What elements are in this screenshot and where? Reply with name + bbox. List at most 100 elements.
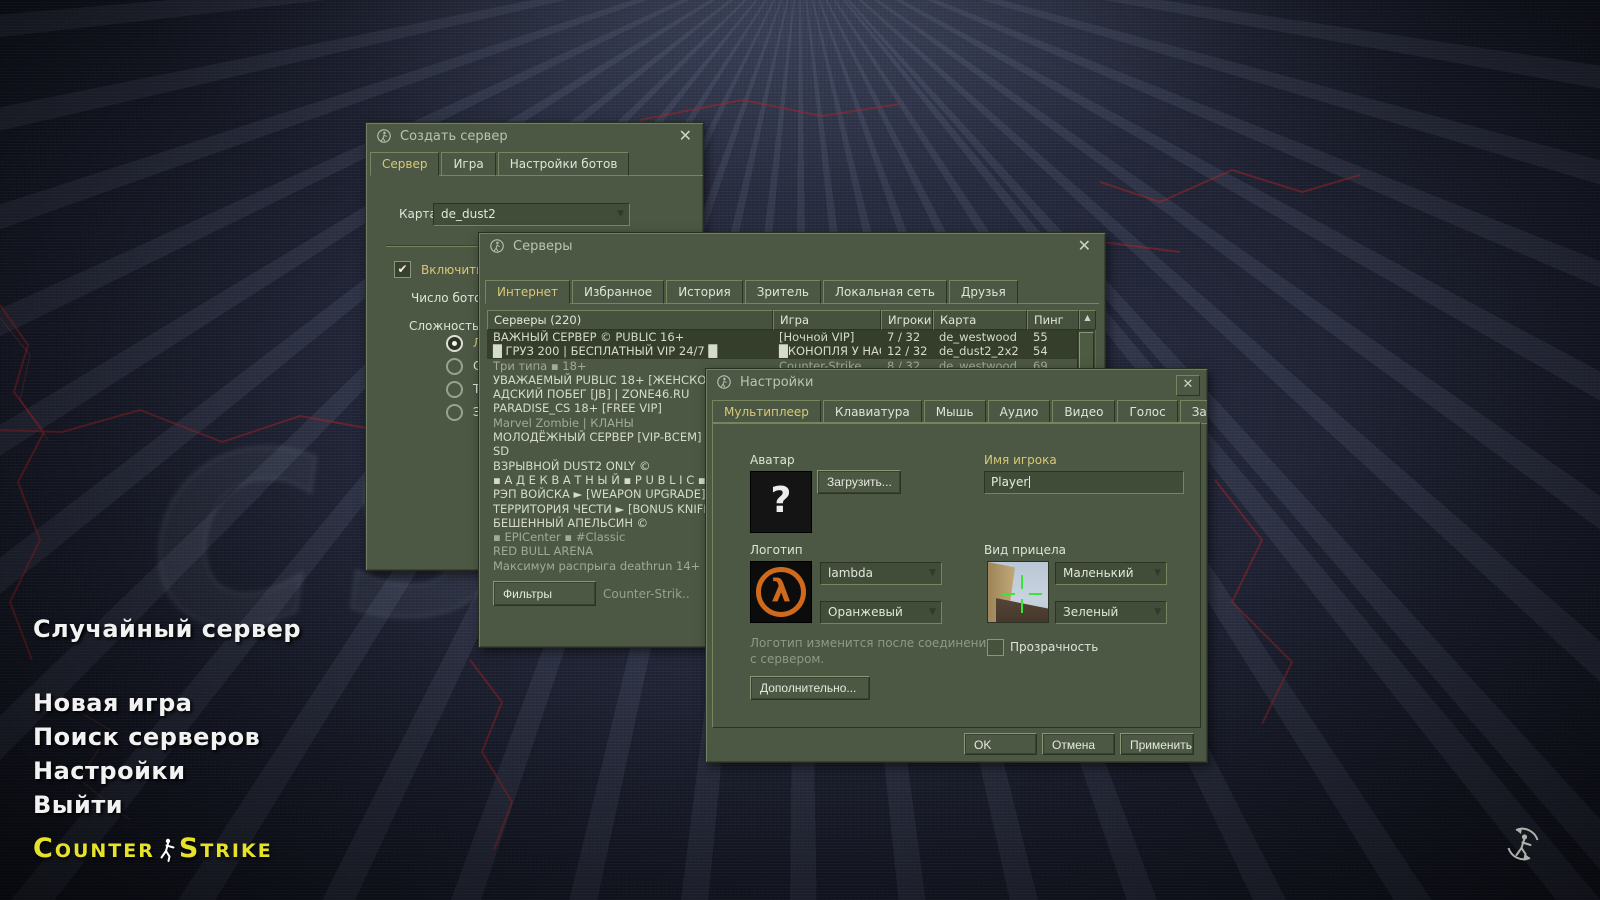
main-menu: Случайный сервер Новая играПоиск серверов… bbox=[33, 612, 301, 822]
crosshair-size-dropdown[interactable]: Маленький ▼ bbox=[1055, 562, 1167, 585]
upload-avatar-button[interactable]: Загрузить... bbox=[817, 470, 901, 494]
menu-item[interactable]: Настройки bbox=[33, 754, 301, 788]
tab[interactable]: Настройки ботов bbox=[498, 152, 630, 176]
tab[interactable]: Избранное bbox=[572, 280, 664, 304]
cs-window-icon bbox=[376, 128, 392, 144]
crosshair-right bbox=[1029, 593, 1042, 595]
logo-note-line2: с сервером. bbox=[750, 652, 824, 666]
column-header-map[interactable]: Карта bbox=[933, 310, 1027, 330]
servers-titlebar[interactable]: Серверы bbox=[479, 233, 1105, 259]
transparency-label: Прозрачность bbox=[1010, 640, 1098, 654]
settings-titlebar[interactable]: Настройки bbox=[706, 369, 1207, 395]
chevron-down-icon: ▼ bbox=[929, 602, 936, 623]
menu-item[interactable]: Выйти bbox=[33, 788, 301, 822]
cs-emblem-icon bbox=[1503, 824, 1543, 864]
column-header-game[interactable]: Игра bbox=[773, 310, 881, 330]
settings-window: Настройки ✕ МультиплеерКлавиатураМышьАуд… bbox=[705, 368, 1208, 763]
servers-tabs: ИнтернетИзбранноеИсторияЗрительЛокальная… bbox=[485, 279, 1099, 304]
player-name-label: Имя игрока bbox=[984, 453, 1057, 467]
column-header-name[interactable]: Серверы (220) bbox=[487, 310, 773, 330]
radio-icon bbox=[446, 335, 463, 352]
window-title: Настройки bbox=[740, 375, 813, 390]
server-players: 7 / 32 bbox=[881, 330, 933, 344]
map-dropdown[interactable]: de_dust2 ▼ bbox=[433, 203, 630, 226]
window-title: Создать сервер bbox=[400, 129, 508, 144]
apply-button[interactable]: Применить bbox=[1120, 733, 1194, 755]
settings-panel: Аватар ? Загрузить... Имя игрока Player … bbox=[712, 422, 1201, 728]
server-ping: 54 bbox=[1027, 344, 1079, 358]
cs-window-icon bbox=[716, 374, 732, 390]
logo-note-line1: Логотип изменится после соединения bbox=[750, 636, 994, 650]
brand-counter-text: Counter bbox=[33, 836, 155, 864]
cs-soldier-icon bbox=[157, 837, 177, 863]
player-name-input[interactable]: Player bbox=[984, 471, 1184, 494]
logo-color-dropdown[interactable]: Оранжевый ▼ bbox=[820, 601, 942, 624]
crosshair-top bbox=[1021, 575, 1023, 589]
lambda-icon: λ bbox=[751, 562, 811, 622]
tab[interactable]: Друзья bbox=[949, 280, 1018, 304]
menu-item[interactable]: Новая игра bbox=[33, 686, 301, 720]
logo-dropdown-value: lambda bbox=[828, 566, 873, 580]
transparency-checkbox[interactable] bbox=[987, 639, 1004, 656]
logo-label: Логотип bbox=[750, 543, 803, 557]
server-players: 12 / 32 bbox=[881, 344, 933, 358]
menu-item[interactable]: Поиск серверов bbox=[33, 720, 301, 754]
tab[interactable]: Локальная сеть bbox=[823, 280, 947, 304]
tab[interactable]: Игра bbox=[441, 152, 495, 176]
tab[interactable]: Мышь bbox=[924, 400, 986, 424]
close-icon[interactable]: ✕ bbox=[679, 128, 692, 144]
close-icon[interactable]: ✕ bbox=[1078, 238, 1091, 254]
logo-preview: λ bbox=[750, 561, 812, 623]
tab[interactable]: Интернет bbox=[485, 280, 570, 304]
radio-icon bbox=[446, 404, 463, 421]
menu-item[interactable]: Случайный сервер bbox=[33, 612, 301, 646]
tab[interactable]: Видео bbox=[1052, 400, 1115, 424]
player-name-value: Player bbox=[991, 475, 1028, 489]
close-button[interactable]: ✕ bbox=[1176, 375, 1200, 396]
radio-icon bbox=[446, 381, 463, 398]
chevron-down-icon: ▼ bbox=[1154, 602, 1161, 623]
tab[interactable]: Аудио bbox=[988, 400, 1051, 424]
chevron-down-icon: ▼ bbox=[617, 204, 624, 225]
filters-button[interactable]: Фильтры bbox=[493, 581, 596, 606]
window-title: Серверы bbox=[513, 239, 573, 254]
column-header-players[interactable]: Игроки bbox=[881, 310, 933, 330]
avatar-label: Аватар bbox=[750, 453, 795, 467]
server-game: █КОНОПЛЯ У НАС █ bbox=[773, 344, 881, 358]
server-row[interactable]: █ ГРУЗ 200 | БЕСПЛАТНЫЙ VIP 24/7 █ █КОНО… bbox=[487, 344, 1096, 358]
scroll-up-icon[interactable]: ▲ bbox=[1079, 310, 1096, 330]
tab[interactable]: Мультиплеер bbox=[712, 400, 821, 424]
create-server-tabs: СерверИграНастройки ботов bbox=[370, 151, 703, 176]
server-row[interactable]: ВАЖНЫЙ СЕРВЕР © PUBLIC 16+ [Ночной VIP] … bbox=[487, 330, 1096, 344]
tab[interactable]: Зритель bbox=[745, 280, 821, 304]
crosshair-bottom bbox=[1021, 599, 1023, 613]
tab[interactable]: Замок bbox=[1180, 400, 1207, 424]
crosshair-color-value: Зеленый bbox=[1063, 605, 1118, 619]
brand-strike-text: Strike bbox=[179, 836, 273, 864]
tab[interactable]: Голос bbox=[1117, 400, 1177, 424]
advanced-button[interactable]: Дополнительно... bbox=[750, 676, 870, 700]
scrollbar-thumb[interactable] bbox=[1079, 332, 1094, 370]
crosshair-label: Вид прицела bbox=[984, 543, 1066, 557]
filter-hint-text: Counter-Strik.. bbox=[603, 587, 690, 601]
avatar-image: ? bbox=[750, 471, 812, 533]
logo-dropdown[interactable]: lambda ▼ bbox=[820, 562, 942, 585]
tab[interactable]: История bbox=[666, 280, 743, 304]
tab[interactable]: Клавиатура bbox=[823, 400, 922, 424]
enable-bots-checkbox[interactable]: ✔ bbox=[394, 261, 411, 278]
logo-color-value: Оранжевый bbox=[828, 605, 903, 619]
column-header-ping[interactable]: Пинг bbox=[1027, 310, 1079, 330]
ok-button[interactable]: OK bbox=[964, 733, 1037, 755]
crosshair-color-dropdown[interactable]: Зеленый ▼ bbox=[1055, 601, 1167, 624]
crosshair-preview bbox=[987, 561, 1049, 623]
tab[interactable]: Сервер bbox=[370, 152, 439, 176]
text-cursor bbox=[1029, 476, 1030, 488]
bots-count-label: Число бото bbox=[411, 291, 482, 305]
map-label: Карта bbox=[399, 207, 437, 221]
cancel-button[interactable]: Отмена bbox=[1042, 733, 1115, 755]
create-server-titlebar[interactable]: Создать сервер bbox=[366, 123, 703, 149]
counter-strike-logo: Counter Strike bbox=[33, 836, 273, 864]
radio-icon bbox=[446, 358, 463, 375]
server-table-header: Серверы (220) Игра Игроки Карта Пинг ▲ bbox=[487, 310, 1096, 330]
server-ping: 55 bbox=[1027, 330, 1079, 344]
